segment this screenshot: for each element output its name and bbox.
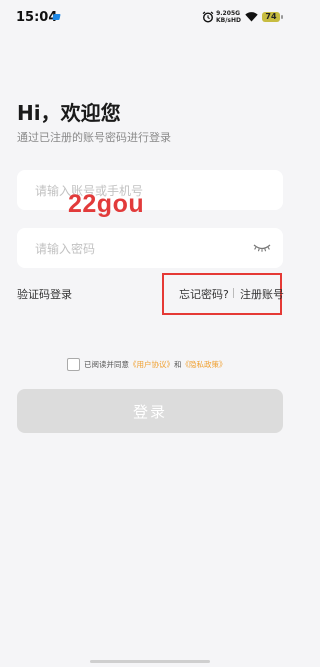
- agreement-and: 和: [174, 360, 182, 369]
- net-speed-value: 9.20: [216, 10, 231, 17]
- eye-closed-icon[interactable]: [253, 242, 271, 254]
- login-button[interactable]: 登录: [17, 389, 283, 433]
- privacy-policy-link[interactable]: 《隐私政策》: [182, 360, 227, 369]
- alarm-icon: [202, 11, 214, 23]
- network-type-top: 5G: [231, 10, 241, 17]
- home-indicator: [90, 660, 210, 663]
- status-bar: 15:04 9.20 KB/s 5G HD 74: [0, 0, 300, 36]
- forgot-password-link[interactable]: 忘记密码?: [179, 286, 229, 302]
- agreement-text: 已阅读并同意《用户协议》和《隐私政策》: [84, 359, 227, 370]
- battery-tip: [281, 15, 283, 19]
- password-input[interactable]: [33, 228, 257, 270]
- watermark-text: 22gou: [68, 190, 145, 218]
- page-title: Hi，欢迎您: [17, 101, 121, 125]
- account-input[interactable]: [33, 170, 257, 212]
- network-type-bottom: HD: [231, 17, 242, 24]
- agreement-prefix: 已阅读并同意: [84, 360, 129, 369]
- sms-login-link[interactable]: 验证码登录: [17, 286, 72, 302]
- link-divider: [233, 288, 234, 298]
- register-link[interactable]: 注册账号: [240, 286, 284, 302]
- network-type: 5G HD: [231, 10, 241, 24]
- wifi-icon: [245, 12, 258, 22]
- app-notification-icon: [52, 14, 61, 20]
- status-time: 15:04: [16, 10, 58, 25]
- net-speed: 9.20 KB/s: [216, 10, 231, 24]
- battery-icon: 74: [262, 12, 280, 22]
- account-field: [17, 170, 283, 212]
- agreement-checkbox[interactable]: [67, 358, 80, 371]
- page-subtitle: 通过已注册的账号密码进行登录: [17, 131, 171, 144]
- net-speed-unit: KB/s: [216, 17, 231, 24]
- password-field: [17, 228, 283, 270]
- user-agreement-link[interactable]: 《用户协议》: [129, 360, 174, 369]
